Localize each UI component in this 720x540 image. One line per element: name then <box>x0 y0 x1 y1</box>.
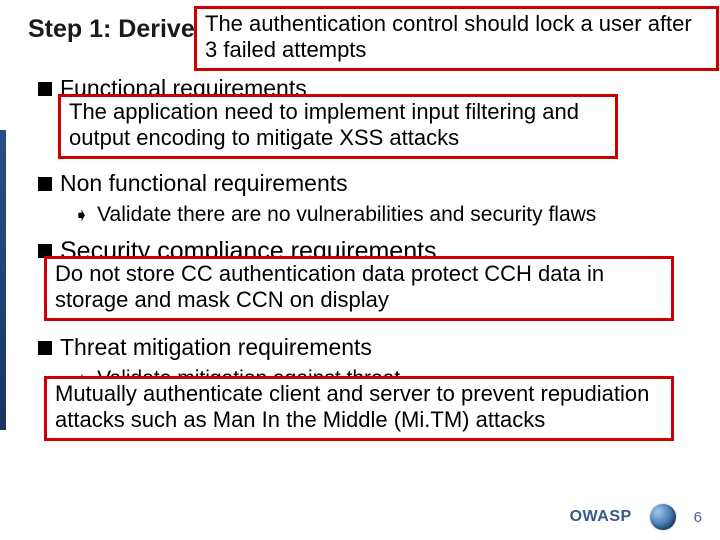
slide-number: 6 <box>694 509 702 526</box>
globe-icon <box>650 504 676 530</box>
callout-box-auth-lock: The authentication control should lock a… <box>194 6 719 71</box>
arrow-bullet-icon: ➧ <box>74 205 89 226</box>
square-bullet-icon <box>38 177 52 191</box>
callout-box-mitm: Mutually authenticate client and server … <box>44 376 674 441</box>
callout-box-cc-data: Do not store CC authentication data prot… <box>44 256 674 321</box>
item-text: Validate there are no vulnerabilities an… <box>97 203 596 227</box>
square-bullet-icon <box>38 82 52 96</box>
callout-box-xss: The application need to implement input … <box>58 94 618 159</box>
callout-text: The application need to implement input … <box>69 99 579 150</box>
callout-text: The authentication control should lock a… <box>205 11 692 62</box>
callout-text: Mutually authenticate client and server … <box>55 381 649 432</box>
section-nonfunctional: Non functional requirements <box>38 170 692 197</box>
section-heading: Non functional requirements <box>60 170 348 197</box>
callout-text: Do not store CC authentication data prot… <box>55 261 604 312</box>
footer: OWASP 6 <box>570 504 702 530</box>
section-heading: Threat mitigation requirements <box>60 334 372 361</box>
nonfunctional-item: ➧ Validate there are no vulnerabilities … <box>74 203 692 227</box>
org-label: OWASP <box>570 508 632 526</box>
slide: Step 1: Derive Functional requirements N… <box>0 0 720 540</box>
decorative-side-strip <box>0 130 6 430</box>
square-bullet-icon <box>38 341 52 355</box>
section-threat: Threat mitigation requirements <box>38 334 692 361</box>
